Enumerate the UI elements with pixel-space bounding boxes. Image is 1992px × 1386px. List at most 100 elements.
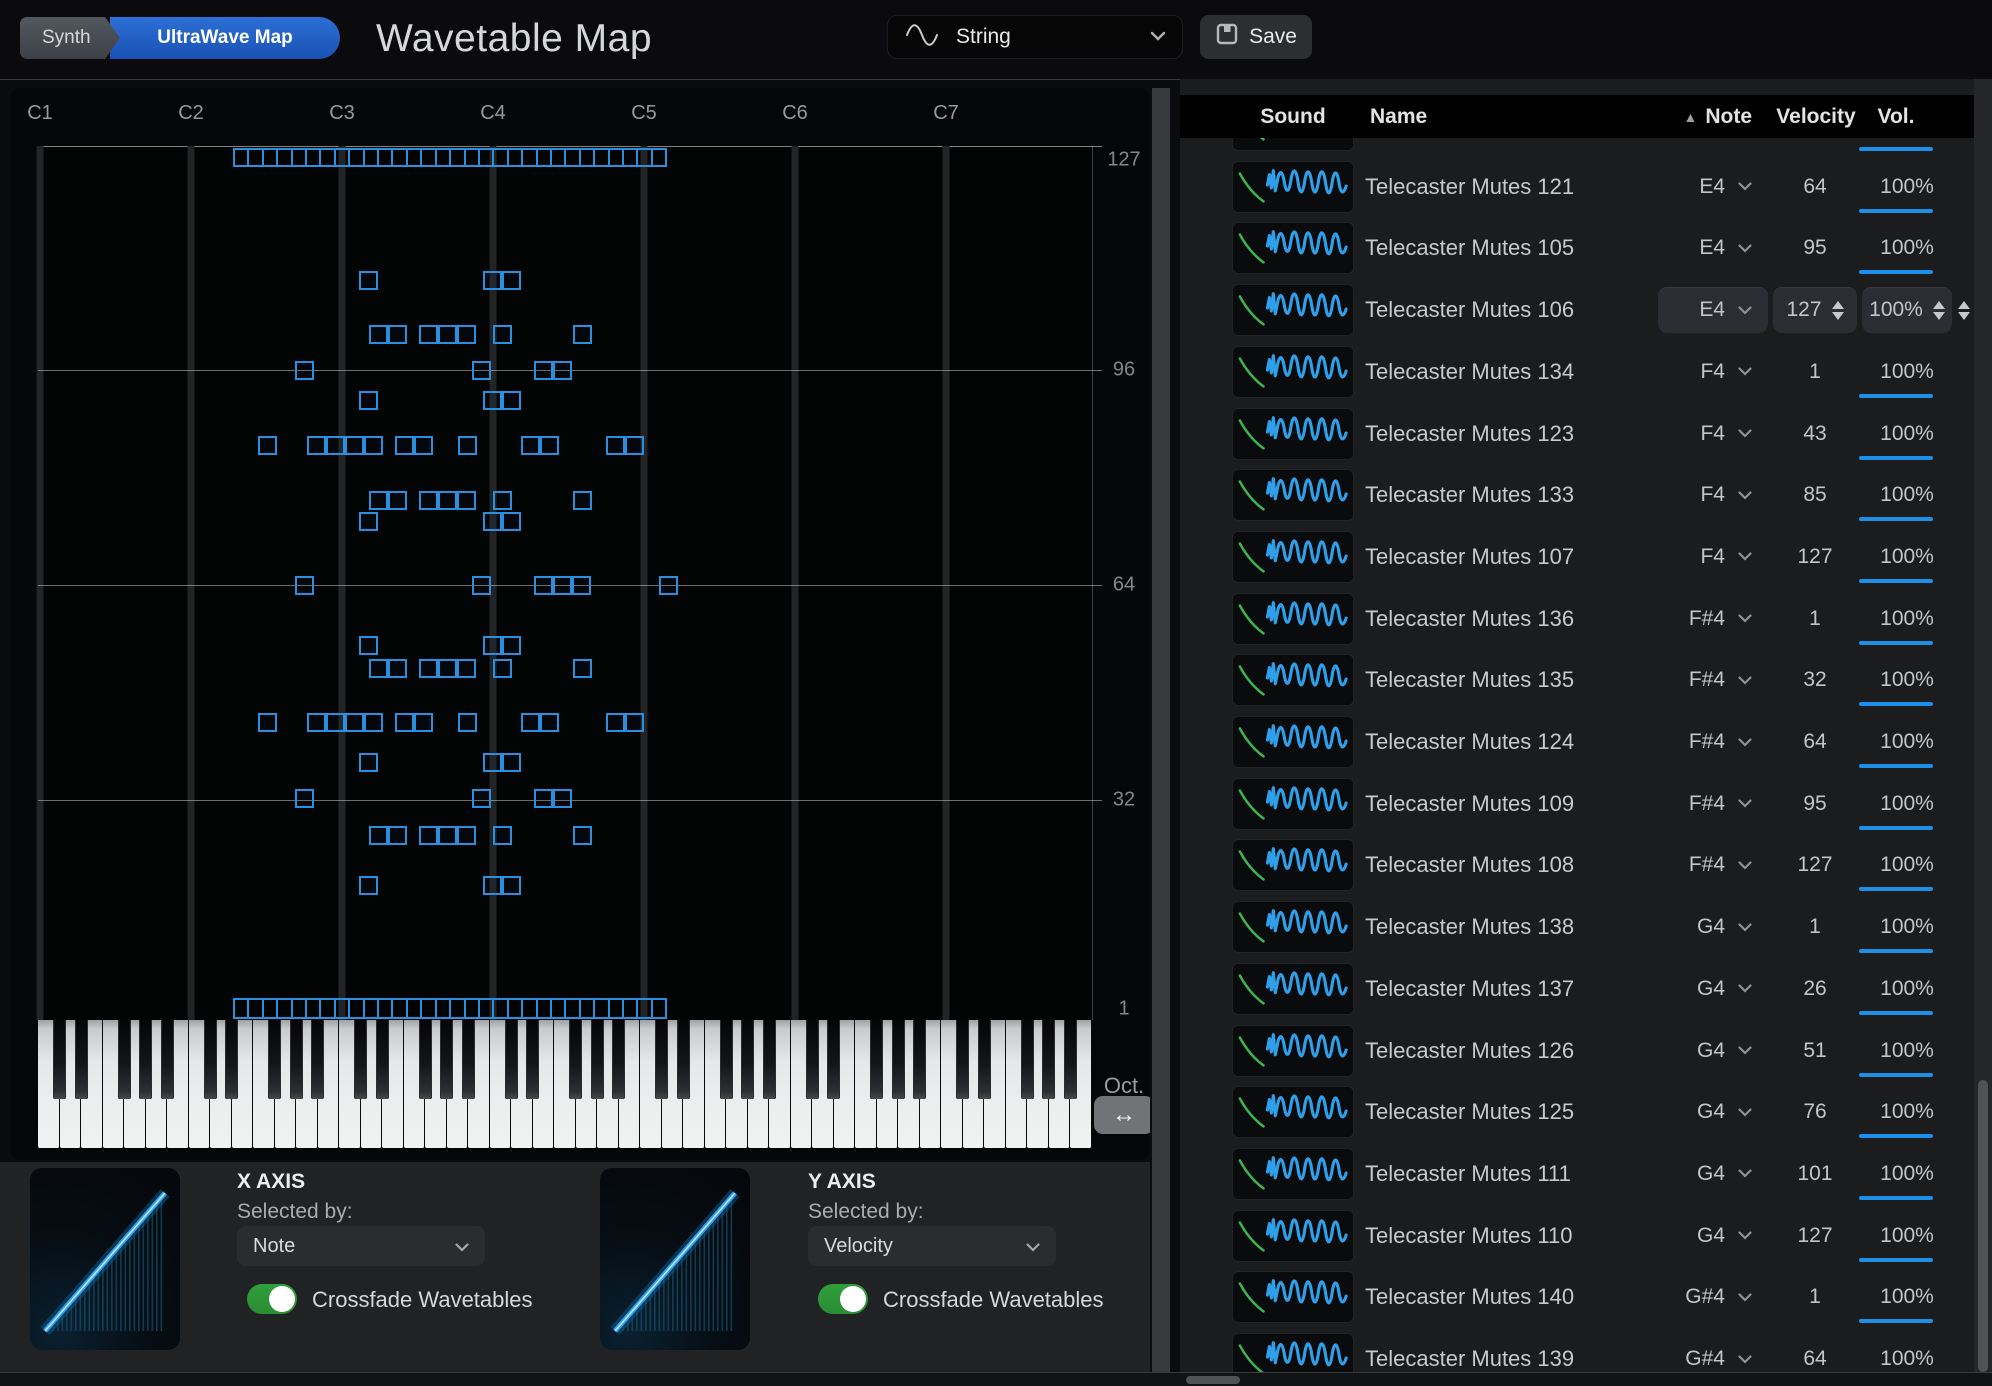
volume-field[interactable]: 100% [1862, 966, 1952, 1012]
table-row[interactable]: Telecaster Mutes 123 F4 43 100% [1180, 403, 1974, 465]
table-row[interactable]: Telecaster Mutes 121 E4 64 100% [1180, 156, 1974, 218]
table-row[interactable]: Telecaster Mutes 107 F4 127 100% [1180, 526, 1974, 588]
note-dropdown[interactable]: F#4 [1658, 781, 1768, 827]
waveform-thumbnail[interactable] [1232, 469, 1354, 521]
sample-zone[interactable] [307, 713, 326, 732]
black-key[interactable] [806, 1020, 819, 1099]
sample-zone[interactable] [625, 713, 644, 732]
black-key[interactable] [526, 1020, 539, 1099]
sample-zone[interactable] [606, 713, 625, 732]
velocity-field[interactable]: 51 [1773, 1028, 1857, 1074]
sample-zone[interactable] [553, 576, 572, 595]
velocity-field[interactable]: 64 [1773, 719, 1857, 765]
column-header-note[interactable]: ▲ Note [1660, 105, 1752, 129]
volume-field[interactable]: 100% [1862, 657, 1952, 703]
table-row[interactable]: Telecaster Mutes 110 G4 127 100% [1180, 1205, 1974, 1267]
column-header-sound[interactable]: Sound [1232, 105, 1354, 129]
table-row[interactable]: Telecaster Mutes 136 F#4 1 100% [1180, 588, 1974, 650]
sample-zone[interactable] [493, 659, 512, 678]
sample-zone[interactable] [359, 876, 378, 895]
sample-zone[interactable] [345, 713, 364, 732]
sample-zone[interactable] [438, 325, 457, 344]
sample-zone[interactable] [502, 391, 521, 410]
table-row[interactable]: Telecaster Mutes 126 G4 51 100% [1180, 1020, 1974, 1082]
black-key[interactable] [268, 1020, 281, 1099]
sample-zone[interactable] [483, 753, 502, 772]
volume-field[interactable]: 100% [1862, 287, 1952, 333]
table-row[interactable]: Telecaster Mutes 108 F#4 127 100% [1180, 834, 1974, 896]
black-key[interactable] [311, 1020, 324, 1099]
note-dropdown[interactable]: F#4 [1658, 842, 1768, 888]
note-dropdown[interactable]: G#4 [1658, 1274, 1768, 1320]
waveform-thumbnail[interactable] [1232, 346, 1354, 398]
waveform-thumbnail[interactable] [1232, 1210, 1354, 1262]
waveform-thumbnail[interactable] [1232, 138, 1354, 151]
x-axis-selected-by-dropdown[interactable]: Note [237, 1226, 485, 1266]
velocity-stepper[interactable] [1832, 301, 1844, 320]
sample-zone[interactable] [458, 713, 477, 732]
sample-zone[interactable] [457, 659, 476, 678]
sample-zone[interactable] [419, 659, 438, 678]
table-row[interactable]: Telecaster Mutes 134 F4 1 100% [1180, 341, 1974, 403]
breadcrumb-synth[interactable]: Synth [20, 17, 120, 59]
note-dropdown[interactable]: E4 [1658, 287, 1768, 333]
sample-zone[interactable] [438, 826, 457, 845]
note-dropdown[interactable]: F4 [1658, 411, 1768, 457]
black-key[interactable] [1042, 1020, 1055, 1099]
sample-zone[interactable] [364, 713, 383, 732]
black-key[interactable] [956, 1020, 969, 1099]
sample-zone[interactable] [472, 576, 491, 595]
sample-zone[interactable] [502, 876, 521, 895]
black-key[interactable] [290, 1020, 303, 1099]
note-dropdown[interactable]: F4 [1658, 349, 1768, 395]
table-row[interactable]: Telecaster Mutes 138 G4 1 100% [1180, 896, 1974, 958]
sample-zone[interactable] [438, 491, 457, 510]
table-row[interactable]: Telecaster Mutes 106 E4 127 100% [1180, 279, 1974, 341]
waveform-thumbnail[interactable] [1232, 222, 1354, 274]
waveform-thumbnail[interactable] [1232, 716, 1354, 768]
black-key[interactable] [655, 1020, 668, 1099]
sample-zone[interactable] [483, 512, 502, 531]
table-row[interactable]: Telecaster Mutes 139 G#4 64 100% [1180, 1328, 1974, 1372]
preset-select[interactable]: String [887, 15, 1183, 59]
sample-zone[interactable] [493, 826, 512, 845]
velocity-field[interactable]: 1 [1773, 349, 1857, 395]
volume-field[interactable]: 100% [1862, 1213, 1952, 1259]
black-key[interactable] [1021, 1020, 1034, 1099]
velocity-field[interactable]: 1 [1773, 1274, 1857, 1320]
save-button[interactable]: Save [1200, 15, 1312, 59]
waveform-thumbnail[interactable] [1232, 1025, 1354, 1077]
sample-zone[interactable] [359, 753, 378, 772]
velocity-field[interactable]: 64 [1773, 164, 1857, 210]
volume-field[interactable]: 100% [1862, 349, 1952, 395]
volume-field[interactable]: 100% [1862, 411, 1952, 457]
volume-field[interactable]: 100% [1862, 1028, 1952, 1074]
sample-zone[interactable] [502, 753, 521, 772]
sample-zone[interactable] [359, 636, 378, 655]
waveform-thumbnail[interactable] [1232, 1086, 1354, 1138]
piano-keyboard[interactable] [38, 1020, 1092, 1148]
table-row[interactable]: Telecaster Mutes 133 F4 85 100% [1180, 464, 1974, 526]
sample-zone[interactable] [573, 826, 592, 845]
sample-zone[interactable] [359, 512, 378, 531]
black-key[interactable] [569, 1020, 582, 1099]
horizontal-scrollbar-track[interactable] [0, 1372, 1992, 1386]
waveform-thumbnail[interactable] [1232, 408, 1354, 460]
volume-field[interactable]: 100% [1862, 225, 1952, 271]
sample-zone[interactable] [419, 826, 438, 845]
sample-zone[interactable] [414, 436, 433, 455]
black-key[interactable] [354, 1020, 367, 1099]
sample-zone[interactable] [457, 826, 476, 845]
sample-zone[interactable] [540, 713, 559, 732]
volume-field[interactable]: 100% [1862, 1089, 1952, 1135]
velocity-field[interactable]: 95 [1773, 225, 1857, 271]
sample-zone[interactable] [414, 713, 433, 732]
velocity-field[interactable]: 95 [1773, 781, 1857, 827]
black-key[interactable] [892, 1020, 905, 1099]
sample-zone[interactable] [502, 271, 521, 290]
sample-zone[interactable] [659, 576, 678, 595]
sample-zone[interactable] [572, 576, 591, 595]
sample-zone[interactable] [258, 713, 277, 732]
waveform-thumbnail[interactable] [1232, 901, 1354, 953]
velocity-field[interactable]: 127 [1773, 287, 1857, 333]
